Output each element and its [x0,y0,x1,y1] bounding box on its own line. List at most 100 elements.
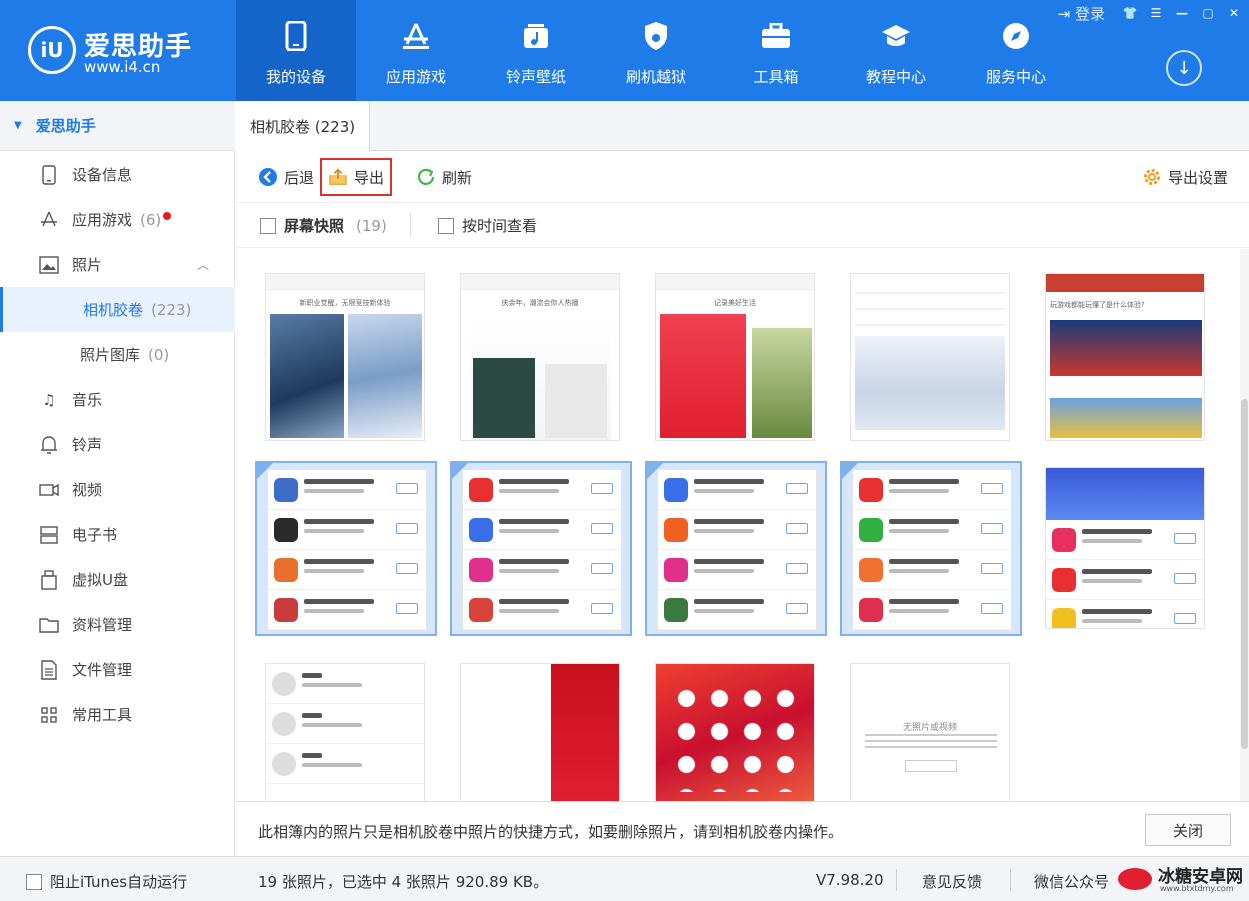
photo-thumbnail[interactable]: 记录美好生活 [645,269,827,444]
photo-thumbnail[interactable]: 无照片或视频 [840,657,1022,801]
nav-my-device[interactable]: 我的设备 [236,0,356,101]
sidebar-item-file-management[interactable]: 文件管理 [0,647,235,692]
photo-thumbnail[interactable] [450,657,632,801]
sidebar-item-data-management[interactable]: 资料管理 [0,602,235,647]
photo-thumbnail[interactable]: 庆余年，潮流会你人热播 [450,269,632,444]
gear-icon [1142,167,1162,187]
screenshots-filter[interactable]: 屏幕快照 (19) [260,215,387,236]
screenshot-content: 新职业觉醒，无限竞技新体验 [265,273,425,441]
compass-icon [1000,20,1032,52]
tab-camera-roll[interactable]: 相机胶卷 (223) [236,101,371,152]
screenshot-content [462,469,622,631]
device-info-icon [38,164,60,186]
export-settings-button[interactable]: 导出设置 [1142,161,1228,193]
sidebar-item-photos[interactable]: 照片 ︿ [0,242,235,287]
photo-thumbnail[interactable]: 新职业觉醒，无限竞技新体验 [255,269,437,444]
wechat-link[interactable]: 微信公众号 [1034,871,1109,892]
screenshot-caption: 庆余年，潮流会你人热播 [501,299,579,307]
file-icon [38,659,60,681]
photo-thumbnail[interactable] [1035,461,1217,636]
usb-drive-icon [38,569,60,591]
skin-icon[interactable]: 👕 [1119,2,1141,24]
notice-bar: 此相簿内的照片只是相机胶卷中照片的快捷方式，如要删除照片，请到相机胶卷内操作。 … [236,801,1249,856]
sidebar-item-video[interactable]: 视频 [0,467,235,512]
nav-flash-jailbreak[interactable]: 刷机越狱 [596,0,716,101]
bell-icon [38,434,60,456]
export-icon [328,167,348,187]
count: (223) [151,300,192,319]
sidebar-item-ebooks[interactable]: 电子书 [0,512,235,557]
login-link[interactable]: ⇥ 登录 [1058,3,1105,24]
view-by-time-filter[interactable]: 按时间查看 [438,215,537,236]
screenshot-content: 无照片或视频 [850,663,1010,801]
scrollbar-thumb[interactable] [1241,399,1248,749]
graduation-cap-icon [880,20,912,52]
photo-thumbnail-selected[interactable] [255,461,437,636]
nav-label: 应用游戏 [385,68,446,86]
photo-thumbnail-selected[interactable] [645,461,827,636]
close-button[interactable]: 关闭 [1145,814,1231,846]
back-arrow-icon [258,167,278,187]
version: V7.98.20 [816,871,884,889]
tab-bar: 相机胶卷 (223) [236,101,1249,152]
download-icon[interactable]: ↓ [1166,50,1202,86]
caret-down-icon: ▼ [14,120,22,131]
photo-thumbnail[interactable] [255,657,437,801]
sidebar-item-music[interactable]: ♫ 音乐 [0,377,235,422]
divider [896,869,897,891]
export-button[interactable]: 导出 [320,158,393,196]
refresh-icon [416,167,436,187]
app-logo: iU 爱思助手 www.i4.cn [28,26,228,76]
sidebar-item-camera-roll[interactable]: 相机胶卷 (223) [0,287,235,332]
nav-toolbox[interactable]: 工具箱 [716,0,836,101]
sidebar-item-photo-library[interactable]: 照片图库 (0) [0,332,235,377]
shield-icon [640,20,672,52]
photo-thumbnail[interactable] [645,657,827,801]
photo-thumbnail[interactable]: 玩游戏都能玩懂了是什么体验? [1035,269,1217,444]
screenshot-content: 记录美好生活 [655,273,815,441]
nav-tutorials[interactable]: 教程中心 [836,0,956,101]
filter-bar: 屏幕快照 (19) 按时间查看 [236,203,1249,248]
sidebar-item-apps[interactable]: 应用游戏 (6) [0,197,235,242]
window-controls: ⇥ 登录 👕 ☰ — ▢ ✕ [1058,0,1249,26]
screenshot-content [1045,467,1205,629]
block-itunes-option[interactable]: 阻止iTunes自动运行 [26,871,187,892]
sidebar-item-tools[interactable]: 常用工具 [0,692,235,737]
sidebar-item-device-info[interactable]: 设备信息 [0,152,235,197]
ebook-icon [38,524,60,546]
count: (0) [148,345,170,364]
screenshot-content [655,663,815,801]
scrollbar[interactable] [1240,249,1249,801]
sidebar-item-ringtones[interactable]: 铃声 [0,422,235,467]
nav-apps[interactable]: 应用游戏 [356,0,476,101]
status-bar: 阻止iTunes自动运行 19 张照片，已选中 4 张照片 920.89 KB。… [0,856,1249,901]
sidebar-item-virtual-usb[interactable]: 虚拟U盘 [0,557,235,602]
back-button[interactable]: 后退 [258,161,314,193]
photo-thumbnail-selected[interactable] [450,461,632,636]
photo-thumbnail[interactable] [840,269,1022,444]
refresh-button[interactable]: 刷新 [416,161,472,193]
nav-label: 刷机越狱 [625,68,686,86]
sidebar-header[interactable]: ▼ 爱思助手 [0,101,235,151]
view-by-time-checkbox[interactable] [438,217,454,234]
photo-icon [38,254,60,276]
nav-ringtones[interactable]: 铃声壁纸 [476,0,596,101]
maximize-icon[interactable]: ▢ [1197,2,1219,24]
app-store-icon [38,209,60,231]
screenshots-checkbox[interactable] [260,217,276,234]
photo-grid: 新职业觉醒，无限竞技新体验 庆余年，潮流会你人热播 记录美好生活 玩游戏都能玩懂… [236,249,1240,801]
top-bar: iU 爱思助手 www.i4.cn 我的设备 应用游戏 铃声壁纸 刷机越狱 工具… [0,0,1249,101]
minimize-icon[interactable]: — [1171,2,1193,24]
toolbox-icon [760,20,792,52]
photo-thumbnail-selected[interactable] [840,461,1022,636]
toolbar: 后退 导出 刷新 导出设置 [236,151,1249,203]
feedback-link[interactable]: 意见反馈 [922,871,982,892]
screenshot-caption: 新职业觉醒，无限竞技新体验 [299,299,391,307]
screenshot-caption: 记录美好生活 [714,299,756,307]
block-itunes-checkbox[interactable] [26,873,42,890]
logo-mark: iU [28,26,76,74]
close-icon[interactable]: ✕ [1223,2,1245,24]
chevron-up-icon: ︿ [197,258,210,272]
menu-icon[interactable]: ☰ [1145,2,1167,24]
watermark-logo-icon [1118,868,1152,890]
